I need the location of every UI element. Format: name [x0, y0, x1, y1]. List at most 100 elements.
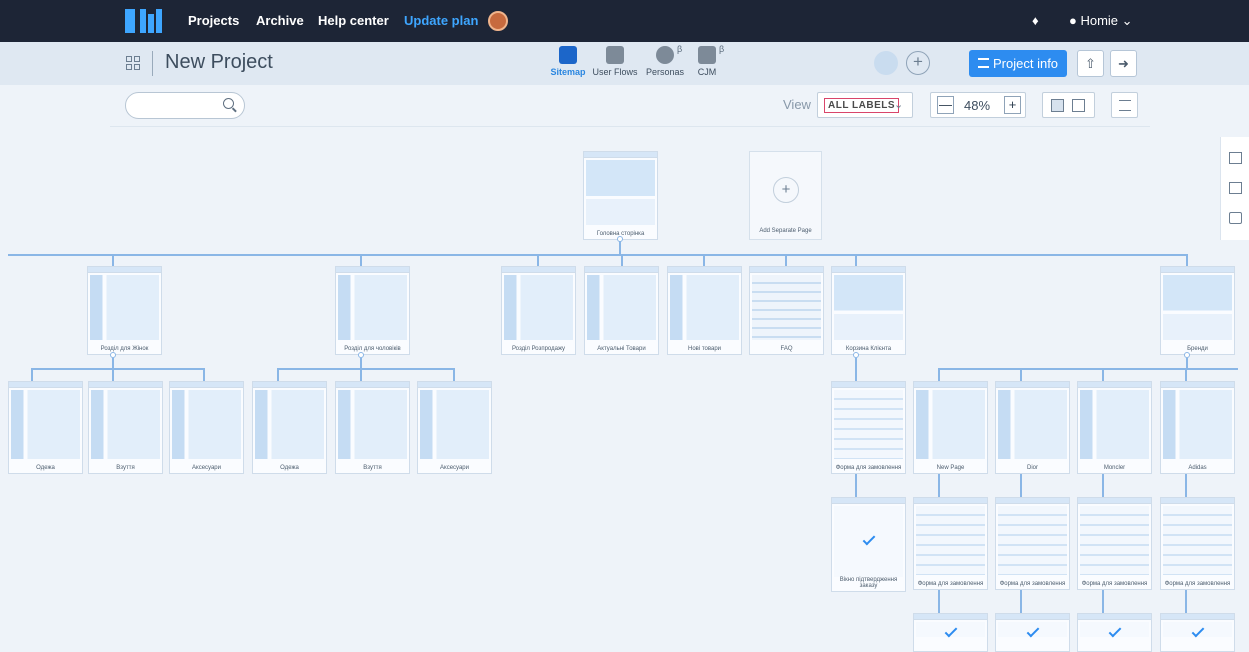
zoom-out-button[interactable]: —	[937, 96, 954, 114]
sitemap-card-confirm[interactable]: Вікно підтвердження заказу	[831, 497, 906, 592]
beta-badge: β	[719, 44, 725, 54]
tab-label: Personas	[645, 67, 685, 77]
sitemap-card-men-accessories[interactable]: Аксесуари	[417, 381, 492, 474]
sitemap-card-confirm[interactable]	[913, 613, 988, 652]
sitemap-card-men-clothes[interactable]: Одежа	[252, 381, 327, 474]
node-handle[interactable]	[617, 236, 623, 242]
connector	[938, 474, 940, 497]
sitemap-card-women-clothes[interactable]: Одежа	[8, 381, 83, 474]
connector	[1102, 474, 1104, 497]
connector	[1185, 590, 1187, 613]
connector	[938, 368, 1238, 370]
check-icon	[1191, 624, 1204, 638]
sitemap-card-confirm[interactable]	[1160, 613, 1235, 652]
top-nav: Projects Archive Help center Update plan…	[0, 0, 1249, 42]
share-button[interactable]: ➜	[1110, 50, 1137, 77]
connector	[1185, 474, 1187, 497]
sitemap-card-brand-new-page[interactable]: New Page	[913, 381, 988, 474]
sitemap-card-faq[interactable]: FAQ	[749, 266, 824, 355]
card-label: Форма для замовлення	[999, 581, 1066, 587]
sitemap-card-brand-dior[interactable]: Dior	[995, 381, 1070, 474]
connector	[938, 590, 940, 613]
card-label: Розділ для Жінок	[100, 346, 149, 352]
check-icon	[862, 532, 875, 546]
toolbar-divider	[110, 126, 1150, 127]
sitemap-card-sale[interactable]: Розділ Розпродажу	[501, 266, 576, 355]
card-label: Актуальні Товари	[597, 346, 646, 352]
nav-projects[interactable]: Projects	[188, 13, 239, 28]
sitemap-card-women[interactable]: Розділ для Жінок	[87, 266, 162, 355]
connector	[1020, 474, 1022, 497]
divider	[152, 51, 153, 76]
zoom-level: 48%	[964, 98, 991, 113]
card-label: Розділ для чоловіків	[344, 346, 401, 352]
sitemap-card-confirm[interactable]	[1077, 613, 1152, 652]
tab-personas[interactable]: Personas β	[641, 44, 689, 77]
add-separate-page-button[interactable]: + Add Separate Page	[749, 151, 822, 240]
sitemap-card-women-shoes[interactable]: Взуття	[88, 381, 163, 474]
labels-dropdown[interactable]: ALL LABELS ⌄	[817, 92, 913, 118]
logo[interactable]	[125, 9, 162, 33]
sitemap-card-brand-moncler[interactable]: Moncler	[1077, 381, 1152, 474]
show-thumbnails-icon[interactable]	[1051, 99, 1064, 112]
book-icon[interactable]	[1229, 182, 1242, 194]
project-title[interactable]: New Project	[165, 51, 273, 74]
sitemap-card-home[interactable]: Головна сторінка	[583, 151, 658, 240]
sitemap-card-order-form[interactable]: Форма для замовлення	[831, 381, 906, 474]
connector	[537, 255, 539, 266]
connector	[785, 255, 787, 266]
right-rail	[1220, 137, 1249, 240]
connector	[1020, 368, 1022, 381]
bell-icon[interactable]: ♦	[1032, 13, 1039, 28]
connector	[619, 240, 621, 255]
card-label: Бренди	[1187, 346, 1208, 352]
tab-user-flows[interactable]: User Flows	[591, 46, 639, 77]
tab-sitemap[interactable]: Sitemap	[544, 46, 592, 77]
search-input[interactable]	[125, 92, 245, 119]
list-view-button[interactable]	[1111, 92, 1138, 118]
sitemap-card-men-shoes[interactable]: Взуття	[335, 381, 410, 474]
connector	[1185, 368, 1187, 381]
nav-update-plan[interactable]: Update plan	[404, 13, 478, 28]
comments-icon[interactable]	[1229, 152, 1242, 164]
info-lines-icon	[978, 58, 989, 68]
connector	[112, 368, 114, 381]
sitemap-card-order-form[interactable]: Форма для замовлення	[1077, 497, 1152, 590]
sitemap-card-order-form[interactable]: Форма для замовлення	[995, 497, 1070, 590]
sitemap-card-order-form[interactable]: Форма для замовлення	[1160, 497, 1235, 590]
sitemap-card-order-form[interactable]: Форма для замовлення	[913, 497, 988, 590]
export-button[interactable]: ⇧	[1077, 50, 1104, 77]
nav-archive[interactable]: Archive	[256, 13, 304, 28]
sitemap-card-new[interactable]: Нові товари	[667, 266, 742, 355]
sitemap-card-cart[interactable]: Корзина Клієнта	[831, 266, 906, 355]
connector	[1186, 255, 1188, 266]
sitemap-card-brand-adidas[interactable]: Adidas	[1160, 381, 1235, 474]
zoom-in-button[interactable]: +	[1004, 96, 1021, 114]
card-label: Форма для замовлення	[917, 581, 984, 587]
connector	[1186, 358, 1188, 368]
project-info-button[interactable]: Project info	[969, 50, 1067, 77]
sitemap-card-confirm[interactable]	[995, 613, 1070, 652]
tab-cjm[interactable]: CJM β	[683, 44, 731, 77]
connector	[1102, 368, 1104, 381]
sitemap-card-men[interactable]: Розділ для чоловіків	[335, 266, 410, 355]
sitemap-card-brands[interactable]: Бренди	[1160, 266, 1235, 355]
project-info-label: Project info	[993, 56, 1059, 71]
announcements-icon[interactable]	[1229, 212, 1242, 224]
sitemap-card-women-accessories[interactable]: Аксесуари	[169, 381, 244, 474]
sitemap-card-actual[interactable]: Актуальні Товари	[584, 266, 659, 355]
chevron-down-icon: ⌄	[894, 99, 904, 111]
user-menu[interactable]: ● Homie ⌄	[1069, 13, 1133, 29]
card-label: Adidas	[1188, 465, 1207, 471]
apps-grid-icon[interactable]	[126, 56, 140, 70]
user-name: Homie	[1080, 13, 1119, 28]
plus-icon: +	[773, 177, 799, 203]
thumbnail-toggle	[1042, 92, 1095, 118]
connector	[31, 368, 33, 381]
connector	[360, 368, 362, 381]
hide-thumbnails-icon[interactable]	[1072, 99, 1085, 112]
add-collaborator-button[interactable]: +	[906, 51, 930, 75]
beta-badge: β	[677, 44, 683, 54]
nav-help-center[interactable]: Help center	[318, 13, 389, 28]
collaborator-avatar[interactable]	[874, 51, 898, 75]
